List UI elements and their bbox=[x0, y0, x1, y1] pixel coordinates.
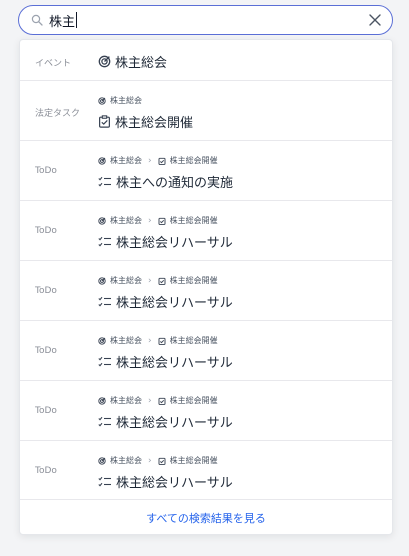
breadcrumb: 株主総会 bbox=[98, 95, 142, 106]
result-category: イベント bbox=[35, 59, 72, 69]
breadcrumb-task: 株主総会開催 bbox=[169, 216, 218, 225]
result-category: ToDo bbox=[35, 286, 57, 296]
result-title: 株主総会リハーサル bbox=[116, 476, 233, 491]
result-category: ToDo bbox=[35, 466, 57, 476]
result-title: 株主への通知の実施 bbox=[116, 176, 234, 191]
result-item-todo[interactable]: ToDo 株主総会 › 株主総会開催 株主総会リハーサル bbox=[20, 321, 392, 381]
chevron-right-icon: › bbox=[148, 395, 152, 406]
clipboard-check-icon bbox=[158, 277, 166, 285]
result-item-todo[interactable]: ToDo 株主総会 › 株主総会開催 株主総会リハーサル bbox=[20, 441, 392, 500]
clipboard-check-icon bbox=[158, 397, 166, 405]
breadcrumb: 株主総会 › 株主総会開催 bbox=[98, 215, 218, 226]
breadcrumb-event: 株主総会 bbox=[110, 336, 142, 345]
search-results-dropdown: イベント 株主総会 法定タスク 株主総会 株主総会開催 ToDo 株主総会 › … bbox=[19, 39, 393, 535]
chevron-right-icon: › bbox=[148, 155, 152, 166]
result-item-event[interactable]: イベント 株主総会 bbox=[20, 40, 392, 81]
target-icon bbox=[98, 96, 106, 105]
chevron-right-icon: › bbox=[148, 335, 152, 346]
result-item-todo[interactable]: ToDo 株主総会 › 株主総会開催 株主への通知の実施 bbox=[20, 141, 392, 201]
checklist-icon bbox=[98, 176, 112, 188]
search-query-text: 株主 bbox=[49, 14, 76, 30]
breadcrumb-event: 株主総会 bbox=[110, 156, 142, 165]
result-title: 株主総会リハーサル bbox=[116, 236, 233, 251]
breadcrumb: 株主総会 › 株主総会開催 bbox=[98, 395, 218, 406]
result-title: 株主総会リハーサル bbox=[116, 356, 233, 371]
breadcrumb-task: 株主総会開催 bbox=[169, 156, 218, 165]
text-caret bbox=[76, 12, 78, 28]
clipboard-check-icon bbox=[158, 217, 166, 225]
result-item-legal-task[interactable]: 法定タスク 株主総会 株主総会開催 bbox=[20, 81, 392, 141]
breadcrumb-task: 株主総会開催 bbox=[169, 276, 218, 285]
target-icon bbox=[98, 55, 111, 68]
breadcrumb-event: 株主総会 bbox=[110, 216, 142, 225]
target-icon bbox=[98, 156, 106, 165]
close-icon[interactable] bbox=[368, 13, 382, 27]
chevron-right-icon: › bbox=[148, 455, 152, 466]
checklist-icon bbox=[98, 356, 112, 368]
result-category: ToDo bbox=[35, 346, 57, 356]
breadcrumb-event: 株主総会 bbox=[110, 396, 142, 405]
chevron-right-icon: › bbox=[148, 215, 152, 226]
breadcrumb-event: 株主総会 bbox=[110, 96, 142, 105]
breadcrumb-event: 株主総会 bbox=[110, 456, 142, 465]
checklist-icon bbox=[98, 416, 112, 428]
result-category: 法定タスク bbox=[35, 109, 81, 119]
checklist-icon bbox=[98, 236, 112, 248]
target-icon bbox=[98, 396, 106, 405]
chevron-right-icon: › bbox=[148, 275, 152, 286]
breadcrumb: 株主総会 › 株主総会開催 bbox=[98, 155, 218, 166]
clipboard-check-icon bbox=[98, 115, 111, 128]
result-category: ToDo bbox=[35, 226, 57, 236]
clipboard-check-icon bbox=[158, 457, 166, 465]
breadcrumb-event: 株主総会 bbox=[110, 276, 142, 285]
clipboard-check-icon bbox=[158, 337, 166, 345]
result-title: 株主総会 bbox=[115, 56, 168, 71]
clipboard-check-icon bbox=[158, 157, 166, 165]
result-category: ToDo bbox=[35, 406, 57, 416]
target-icon bbox=[98, 276, 106, 285]
search-bar[interactable]: 株主 bbox=[18, 5, 393, 35]
breadcrumb-task: 株主総会開催 bbox=[169, 336, 218, 345]
result-title: 株主総会開催 bbox=[115, 116, 194, 131]
target-icon bbox=[98, 336, 106, 345]
breadcrumb: 株主総会 › 株主総会開催 bbox=[98, 455, 218, 466]
result-title: 株主総会リハーサル bbox=[116, 296, 233, 311]
target-icon bbox=[98, 216, 106, 225]
search-input[interactable]: 株主 bbox=[49, 11, 78, 30]
breadcrumb: 株主総会 › 株主総会開催 bbox=[98, 335, 218, 346]
search-icon bbox=[31, 14, 43, 26]
result-category: ToDo bbox=[35, 166, 57, 176]
breadcrumb: 株主総会 › 株主総会開催 bbox=[98, 275, 218, 286]
see-all-results-link[interactable]: すべての検索結果を見る bbox=[20, 500, 392, 534]
result-item-todo[interactable]: ToDo 株主総会 › 株主総会開催 株主総会リハーサル bbox=[20, 261, 392, 321]
result-title: 株主総会リハーサル bbox=[116, 416, 233, 431]
breadcrumb-task: 株主総会開催 bbox=[169, 396, 218, 405]
result-item-todo[interactable]: ToDo 株主総会 › 株主総会開催 株主総会リハーサル bbox=[20, 381, 392, 441]
result-item-todo[interactable]: ToDo 株主総会 › 株主総会開催 株主総会リハーサル bbox=[20, 201, 392, 261]
checklist-icon bbox=[98, 476, 112, 488]
target-icon bbox=[98, 456, 106, 465]
breadcrumb-task: 株主総会開催 bbox=[169, 456, 218, 465]
checklist-icon bbox=[98, 296, 112, 308]
